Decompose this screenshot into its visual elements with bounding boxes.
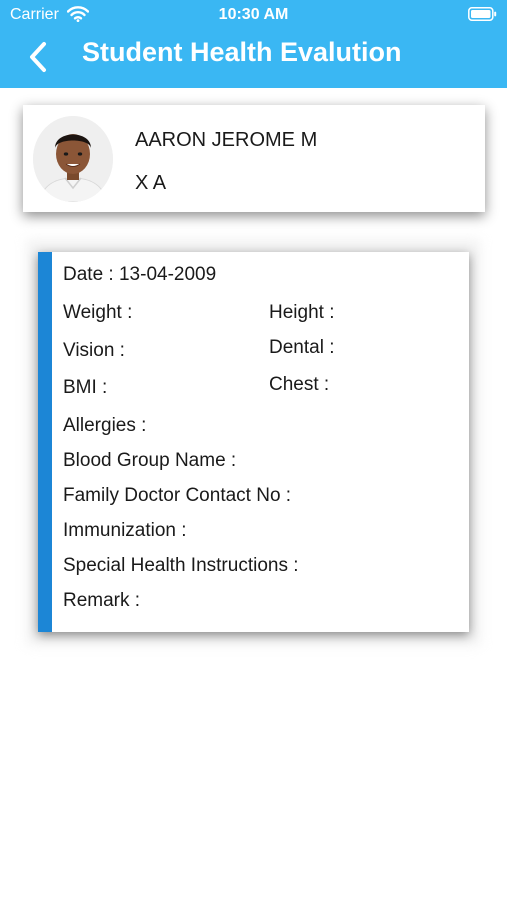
blood-group-label: Blood Group Name : <box>63 450 237 471</box>
chevron-left-icon <box>30 42 46 72</box>
bmi-label: BMI : <box>63 377 108 398</box>
allergies-label: Allergies : <box>63 415 147 436</box>
battery-icon <box>468 7 497 21</box>
weight-label: Weight : <box>63 302 133 323</box>
height-label: Height : <box>269 302 335 323</box>
back-button[interactable] <box>26 40 54 74</box>
immunization-label: Immunization : <box>63 520 187 541</box>
status-bar: Carrier 10:30 AM <box>0 0 507 30</box>
health-record-card[interactable]: Date : 13-04-2009 Weight : Height : Visi… <box>38 252 469 632</box>
student-name: AARON JEROME M <box>135 129 318 151</box>
dental-label: Dental : <box>269 337 335 358</box>
student-class: X A <box>135 172 167 194</box>
page-title: Student Health Evalution <box>82 37 402 67</box>
remark-label: Remark : <box>63 590 141 611</box>
student-profile-card: AARON JEROME M X A <box>23 105 485 212</box>
chest-label: Chest : <box>269 374 330 395</box>
date-label: Date : <box>63 264 114 285</box>
date-value: 13-04-2009 <box>118 264 217 285</box>
card-accent-bar <box>38 252 52 632</box>
special-instructions-label: Special Health Instructions : <box>63 555 299 576</box>
vision-label: Vision : <box>63 340 125 361</box>
family-doctor-label: Family Doctor Contact No : <box>63 485 292 506</box>
status-time: 10:30 AM <box>218 6 289 23</box>
navigation-bar: Carrier 10:30 AM Student Health Evalutio… <box>0 0 507 88</box>
student-avatar <box>33 116 113 202</box>
date-field: Date : 13-04-2009 <box>63 264 216 286</box>
